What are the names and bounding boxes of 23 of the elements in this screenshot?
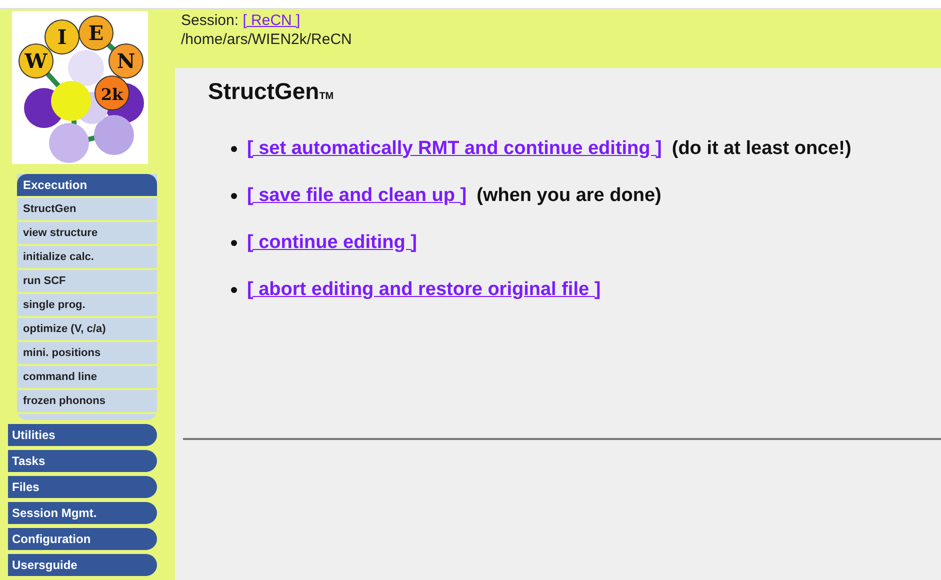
trademark-mark: TM [319, 91, 334, 102]
session-label: Session: [181, 12, 239, 29]
action-link[interactable]: [ set automatically RMT and continue editing ] [247, 138, 662, 160]
bullet-icon [231, 146, 237, 152]
action-link[interactable]: [ continue editing ] [247, 232, 417, 254]
menu-group-header[interactable]: Configuration [8, 528, 157, 550]
bullet-icon [231, 192, 237, 198]
action-note: (when you are done) [476, 184, 662, 206]
page-title: StructGen [208, 78, 320, 104]
menu-group-header[interactable]: Files [8, 476, 157, 498]
menu-group-header[interactable]: Usersguide [8, 554, 157, 576]
action-link[interactable]: [ abort editing and restore original file ] [247, 278, 601, 300]
bullet-icon [231, 240, 237, 246]
session-path: /home/ars/WIEN2k/ReCN [181, 30, 353, 49]
action-link[interactable]: [ save file and clean up ] [247, 184, 467, 206]
bullet-icon [231, 286, 237, 292]
menu-group-header[interactable]: Utilities [8, 424, 157, 446]
action-note: (do it at least once!) [672, 138, 852, 160]
menu-group-header[interactable]: Excecution [17, 174, 157, 198]
menu-group-header[interactable]: Tasks [8, 450, 157, 472]
logo: W I E N 2k [14, 12, 146, 162]
menu-group-header[interactable]: Session Mgmt. [8, 502, 157, 524]
session-link[interactable]: [ ReCN ] [242, 12, 300, 29]
